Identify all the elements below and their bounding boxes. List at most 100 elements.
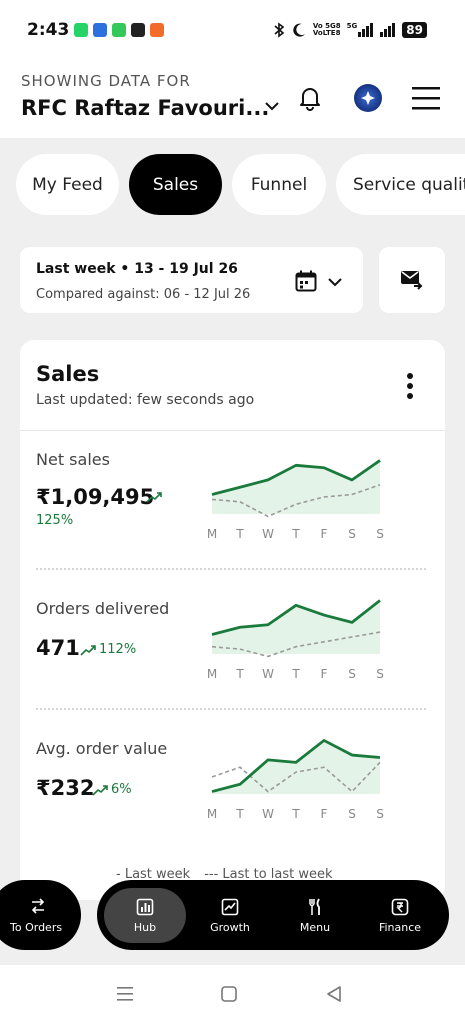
nav-hub[interactable]: Hub (104, 888, 186, 943)
fork-knife-icon (309, 898, 320, 915)
day-tick-label: S (376, 807, 384, 821)
avg-order-value-value: ₹232 (36, 776, 95, 800)
orders-delivered-delta: 112% (99, 642, 137, 657)
day-tick-label: F (321, 527, 328, 541)
tab-service-quality[interactable]: Service qualit (336, 154, 465, 215)
rupee-icon (391, 898, 409, 915)
day-tick-label: T (291, 667, 300, 681)
status-right: Vo 5G8 VoLTE8 5G 89 (273, 22, 427, 38)
calendar-icon (295, 270, 317, 292)
avg-order-value-label: Avg. order value (36, 739, 168, 758)
bottom-navigation: Hub Growth Menu Finance (97, 880, 449, 950)
app-icon (93, 23, 107, 37)
net-sales-sparkline: MTWTFSS (207, 459, 384, 541)
nav-menu[interactable]: Menu (274, 888, 356, 943)
back-icon[interactable] (326, 986, 342, 1002)
outlet-name[interactable]: RFC Raftaz Favouri... (21, 96, 269, 120)
day-tick-label: S (376, 527, 384, 541)
status-bar: 2:43 Vo 5G8 VoLTE8 5G 89 (0, 0, 465, 62)
orders-delivered-label: Orders delivered (36, 599, 170, 618)
youtube-icon (131, 23, 145, 37)
mail-forward-icon (401, 271, 423, 290)
bluetooth-icon (274, 22, 285, 38)
trend-up-icon (92, 784, 108, 796)
day-tick-label: S (348, 527, 356, 541)
trend-up-icon (80, 644, 96, 656)
status-time: 2:43 (27, 20, 70, 40)
avatar-star-icon (361, 91, 375, 105)
bell-icon[interactable] (296, 84, 324, 112)
avg-order-value-delta: 6% (111, 782, 132, 797)
chart-box-icon (136, 898, 154, 915)
email-report-button[interactable] (379, 247, 445, 313)
system-navigation-bar (0, 965, 465, 1024)
tab-sales[interactable]: Sales (129, 154, 222, 215)
moon-icon (293, 23, 305, 37)
avatar[interactable] (354, 84, 382, 112)
to-orders-button[interactable]: To Orders (0, 880, 81, 950)
day-tick-label: F (321, 667, 328, 681)
chevron-down-icon (328, 278, 342, 287)
tab-label: My Feed (32, 174, 103, 195)
day-tick-label: T (235, 667, 244, 681)
trend-up-icon (146, 491, 162, 503)
net-sales-delta: 125% (36, 513, 74, 528)
last-updated: Last updated: few seconds ago (36, 392, 255, 408)
card-title: Sales (36, 362, 100, 386)
date-range: Last week • 13 - 19 Jul 26 (36, 261, 238, 277)
orders-delivered-sparkline: MTWTFSS (207, 599, 384, 681)
app-header: SHOWING DATA FOR RFC Raftaz Favouri... (0, 62, 465, 138)
day-tick-label: M (207, 527, 217, 541)
switch-arrows-icon (31, 898, 45, 914)
day-tick-label: T (291, 527, 300, 541)
divider (36, 568, 426, 570)
brave-icon (150, 23, 164, 37)
day-tick-label: T (235, 807, 244, 821)
tab-funnel[interactable]: Funnel (232, 154, 326, 215)
home-icon[interactable] (221, 986, 237, 1002)
battery-indicator: 89 (402, 22, 427, 38)
nav-growth[interactable]: Growth (189, 888, 271, 943)
signal-5g: 5G (347, 23, 375, 37)
day-tick-label: W (262, 807, 274, 821)
day-tick-label: T (291, 807, 300, 821)
signal-icon (358, 23, 374, 37)
day-tick-label: S (348, 807, 356, 821)
tab-label: Sales (152, 174, 199, 195)
avg-order-value-delta-wrap: 6% (92, 782, 132, 797)
whatsapp-icon (74, 23, 88, 37)
day-tick-label: W (262, 527, 274, 541)
nav-label: Hub (133, 920, 157, 934)
tab-my-feed[interactable]: My Feed (16, 154, 119, 215)
orders-delivered-delta-wrap: 112% (80, 642, 136, 657)
day-tick-label: M (207, 807, 217, 821)
hamburger-menu-icon[interactable] (412, 86, 440, 110)
day-tick-label: S (348, 667, 356, 681)
day-tick-label: T (235, 527, 244, 541)
nav-label: Growth (210, 920, 250, 934)
sales-card: Sales Last updated: few seconds ago Net … (20, 340, 445, 900)
messages-icon (112, 23, 126, 37)
more-options-icon[interactable] (406, 372, 414, 400)
net-sales-value: ₹1,09,495 (36, 485, 155, 509)
network-label: Vo 5G8 VoLTE8 (312, 22, 341, 37)
day-tick-label: M (207, 667, 217, 681)
tab-label: Funnel (250, 174, 308, 195)
showing-label: SHOWING DATA FOR (21, 72, 191, 90)
notification-icons (74, 23, 164, 37)
divider (20, 430, 445, 431)
date-range-selector[interactable]: Last week • 13 - 19 Jul 26 Compared agai… (20, 247, 363, 313)
orders-delivered-value: 471 (36, 636, 80, 660)
day-tick-label: W (262, 667, 274, 681)
to-orders-label: To Orders (10, 921, 63, 934)
recent-apps-icon[interactable] (116, 986, 134, 1002)
day-tick-label: F (321, 807, 328, 821)
tab-label: Service qualit (353, 174, 465, 195)
day-tick-label: S (376, 667, 384, 681)
chevron-down-icon[interactable] (262, 96, 282, 116)
compare-range: Compared against: 06 - 12 Jul 26 (36, 287, 251, 302)
growth-chart-icon (221, 898, 239, 915)
net-sales-label: Net sales (36, 450, 110, 469)
nav-label: Finance (378, 920, 422, 934)
nav-finance[interactable]: Finance (359, 888, 441, 943)
